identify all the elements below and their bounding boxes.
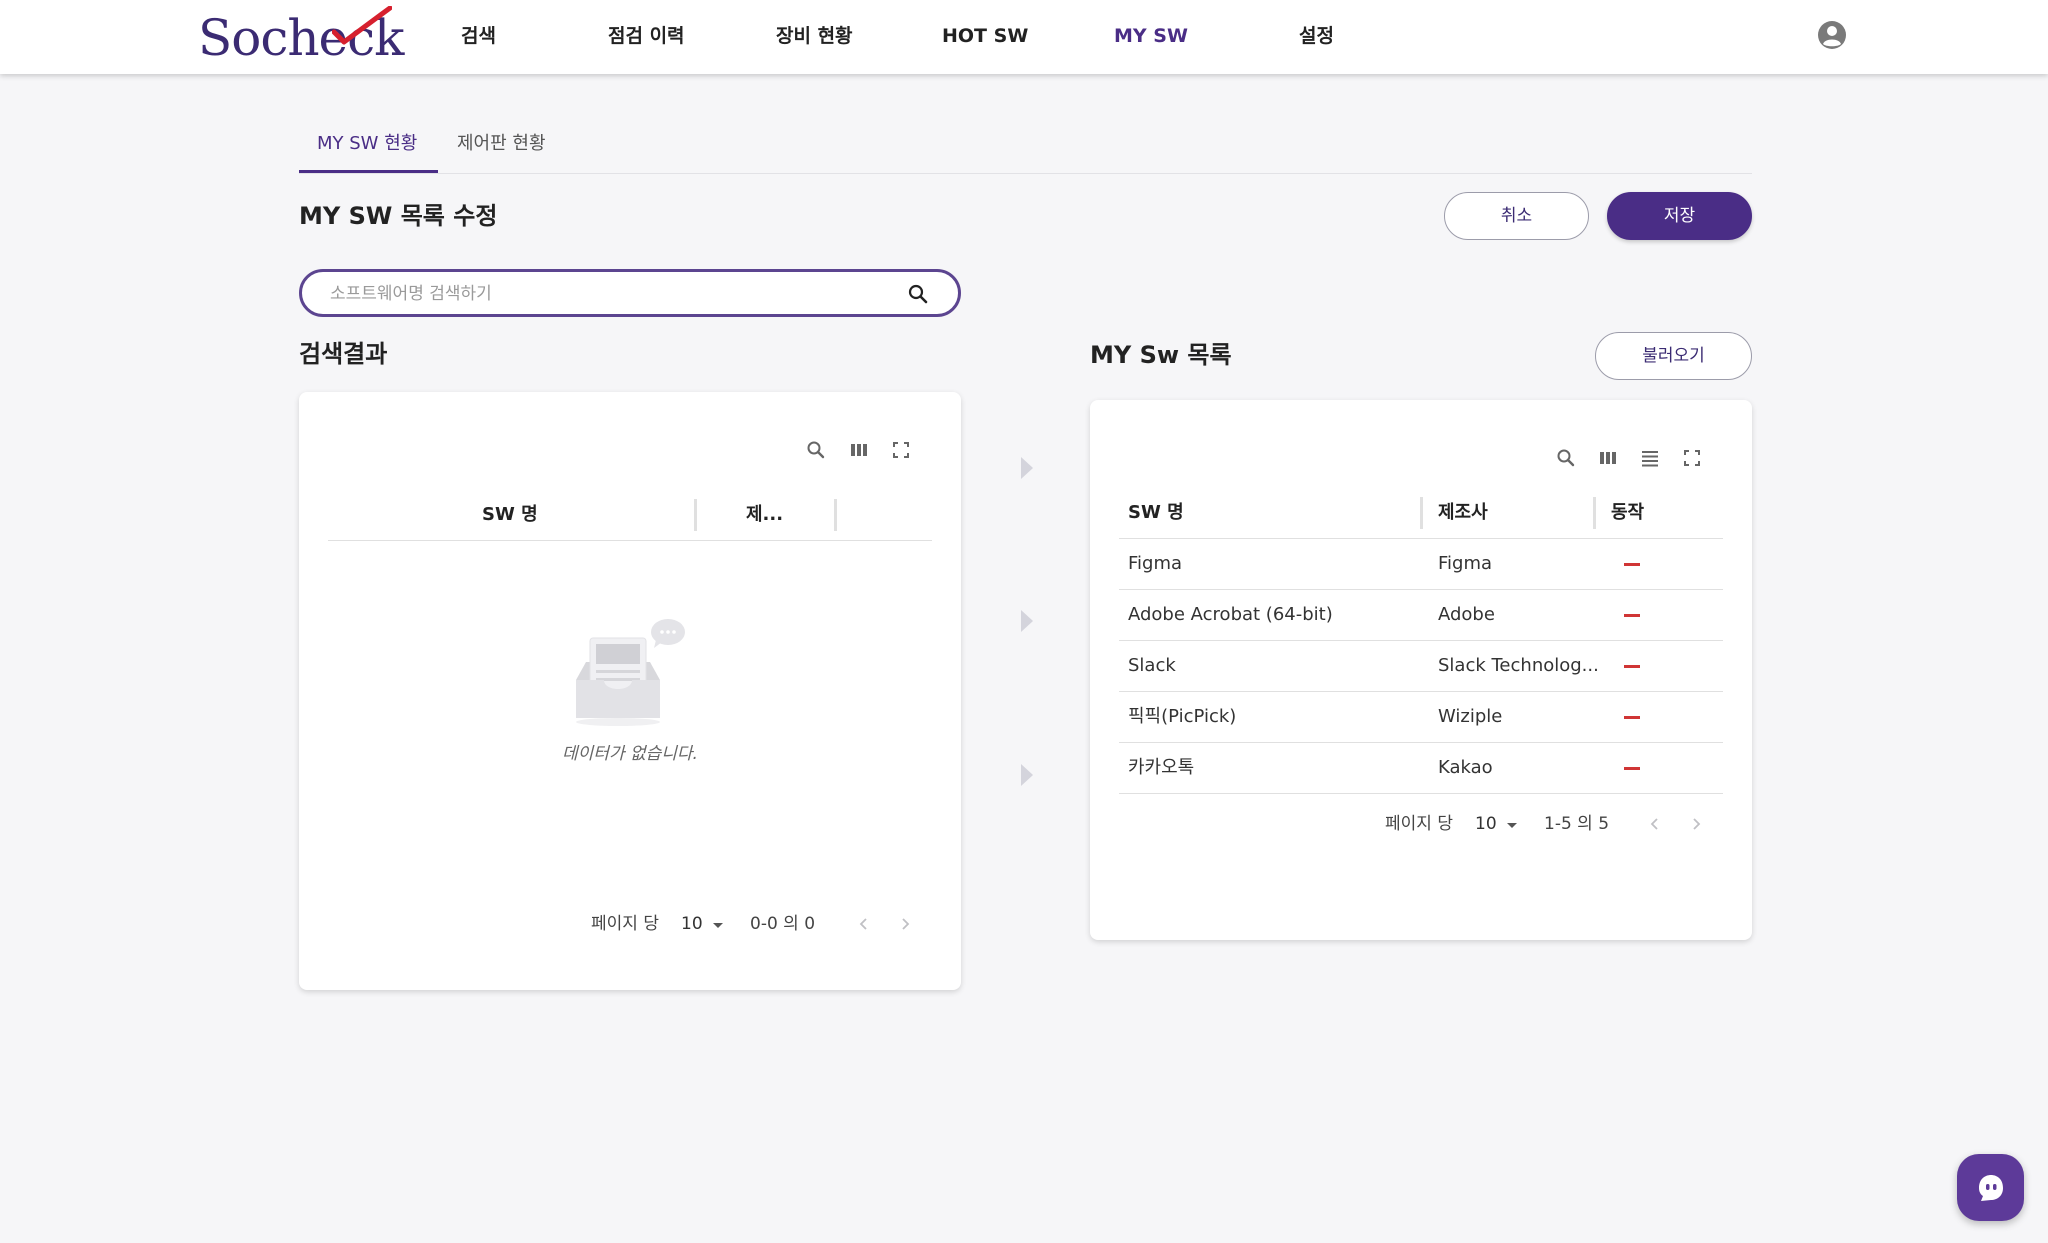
user-icon[interactable] xyxy=(1817,20,1847,50)
active-tab-indicator xyxy=(299,170,438,173)
column-separator[interactable] xyxy=(1420,497,1423,529)
socheck-logo[interactable]: Socheck xyxy=(198,6,404,68)
remove-icon[interactable] xyxy=(1624,716,1640,719)
sub-tabs: MY SW 현황 제어판 현황 xyxy=(299,120,1752,174)
column-header-vendor[interactable]: 제... xyxy=(746,501,783,529)
search-icon[interactable] xyxy=(804,438,828,462)
nav-equipment-status[interactable]: 장비 현황 xyxy=(776,22,853,50)
sw-name-cell: 픽픽(PicPick) xyxy=(1128,706,1237,727)
column-separator[interactable] xyxy=(694,499,697,531)
column-separator[interactable] xyxy=(834,499,837,531)
header-divider xyxy=(328,540,932,541)
transfer-arrow-icon[interactable] xyxy=(1019,455,1035,481)
header-divider xyxy=(1119,538,1723,539)
my-sw-list-title: MY Sw 목록 xyxy=(1090,341,1232,369)
chevron-left-icon[interactable] xyxy=(1647,816,1663,832)
row-divider xyxy=(1119,793,1723,794)
column-header-vendor[interactable]: 제조사 xyxy=(1438,499,1488,527)
remove-icon[interactable] xyxy=(1624,665,1640,668)
fullscreen-icon[interactable] xyxy=(1680,446,1704,470)
search-results-table: SW 명 제... 데이터가 없습니다. 페이지 당 10 0-0 의 0 xyxy=(299,392,961,990)
remove-icon[interactable] xyxy=(1624,614,1640,617)
column-icon[interactable] xyxy=(847,438,871,462)
pagination-range: 0-0 의 0 xyxy=(750,914,816,934)
rows-per-page-label: 페이지 당 xyxy=(591,914,659,934)
vendor-cell: Adobe xyxy=(1438,604,1495,625)
search-results-title: 검색결과 xyxy=(299,340,388,368)
row-divider xyxy=(1119,691,1723,692)
check-mark-icon xyxy=(332,6,392,45)
nav-search[interactable]: 검색 xyxy=(461,22,496,50)
row-divider xyxy=(1119,640,1723,641)
column-header-sw-name[interactable]: SW 명 xyxy=(482,501,538,529)
nav-inspection-history[interactable]: 점검 이력 xyxy=(608,22,685,50)
column-separator[interactable] xyxy=(1593,497,1596,529)
chat-button[interactable] xyxy=(1957,1154,2024,1221)
fullscreen-icon[interactable] xyxy=(889,438,913,462)
vendor-cell: Slack Technolog... xyxy=(1438,655,1599,676)
sw-name-cell: Figma xyxy=(1128,553,1183,574)
save-button[interactable]: 저장 xyxy=(1607,192,1752,240)
pagination-range: 1-5 의 5 xyxy=(1544,814,1610,834)
transfer-arrow-icon[interactable] xyxy=(1019,762,1035,788)
tab-my-sw-status[interactable]: MY SW 현황 xyxy=(317,130,417,158)
software-search-box xyxy=(299,269,961,317)
nav-settings[interactable]: 설정 xyxy=(1299,22,1334,50)
nav-my-sw[interactable]: MY SW xyxy=(1114,22,1188,50)
empty-state-message: 데이터가 없습니다. xyxy=(562,744,698,764)
caret-down-icon[interactable] xyxy=(713,923,723,928)
density-icon[interactable] xyxy=(1638,446,1662,470)
remove-icon[interactable] xyxy=(1624,767,1640,770)
caret-down-icon[interactable] xyxy=(1507,823,1517,828)
chevron-right-icon[interactable] xyxy=(897,916,913,932)
chevron-right-icon[interactable] xyxy=(1688,816,1704,832)
vendor-cell: Wiziple xyxy=(1438,706,1503,727)
sw-name-cell: Adobe Acrobat (64-bit) xyxy=(1128,604,1333,625)
search-icon[interactable] xyxy=(1554,446,1578,470)
sw-name-cell: 카카오톡 xyxy=(1128,757,1195,778)
row-divider xyxy=(1119,589,1723,590)
search-input[interactable] xyxy=(330,280,890,308)
column-header-action[interactable]: 동작 xyxy=(1611,499,1644,527)
vendor-cell: Figma xyxy=(1438,553,1493,574)
column-icon[interactable] xyxy=(1596,446,1620,470)
chat-icon xyxy=(1979,1175,2003,1201)
page-title: MY SW 목록 수정 xyxy=(299,202,498,230)
tab-control-panel-status[interactable]: 제어판 현황 xyxy=(457,130,546,158)
rows-per-page-select[interactable]: 10 xyxy=(1475,810,1497,838)
cancel-button[interactable]: 취소 xyxy=(1444,192,1589,240)
sw-name-cell: Slack xyxy=(1128,655,1176,676)
rows-per-page-select[interactable]: 10 xyxy=(681,910,703,938)
load-button[interactable]: 불러오기 xyxy=(1595,332,1752,380)
vendor-cell: Kakao xyxy=(1438,757,1493,778)
transfer-arrow-icon[interactable] xyxy=(1019,608,1035,634)
remove-icon[interactable] xyxy=(1624,563,1640,566)
top-navigation-bar: Socheck 검색 점검 이력 장비 현황 HOT SW MY SW 설정 xyxy=(0,0,2048,74)
nav-hot-sw[interactable]: HOT SW xyxy=(942,22,1028,50)
chevron-left-icon[interactable] xyxy=(856,916,872,932)
row-divider xyxy=(1119,742,1723,743)
my-sw-list-table: SW 명 제조사 동작 Figma Figma Adobe Acrobat (6… xyxy=(1090,400,1752,940)
search-icon[interactable] xyxy=(906,282,930,306)
empty-inbox-icon xyxy=(576,619,685,726)
column-header-sw-name[interactable]: SW 명 xyxy=(1128,499,1184,527)
rows-per-page-label: 페이지 당 xyxy=(1385,814,1453,834)
